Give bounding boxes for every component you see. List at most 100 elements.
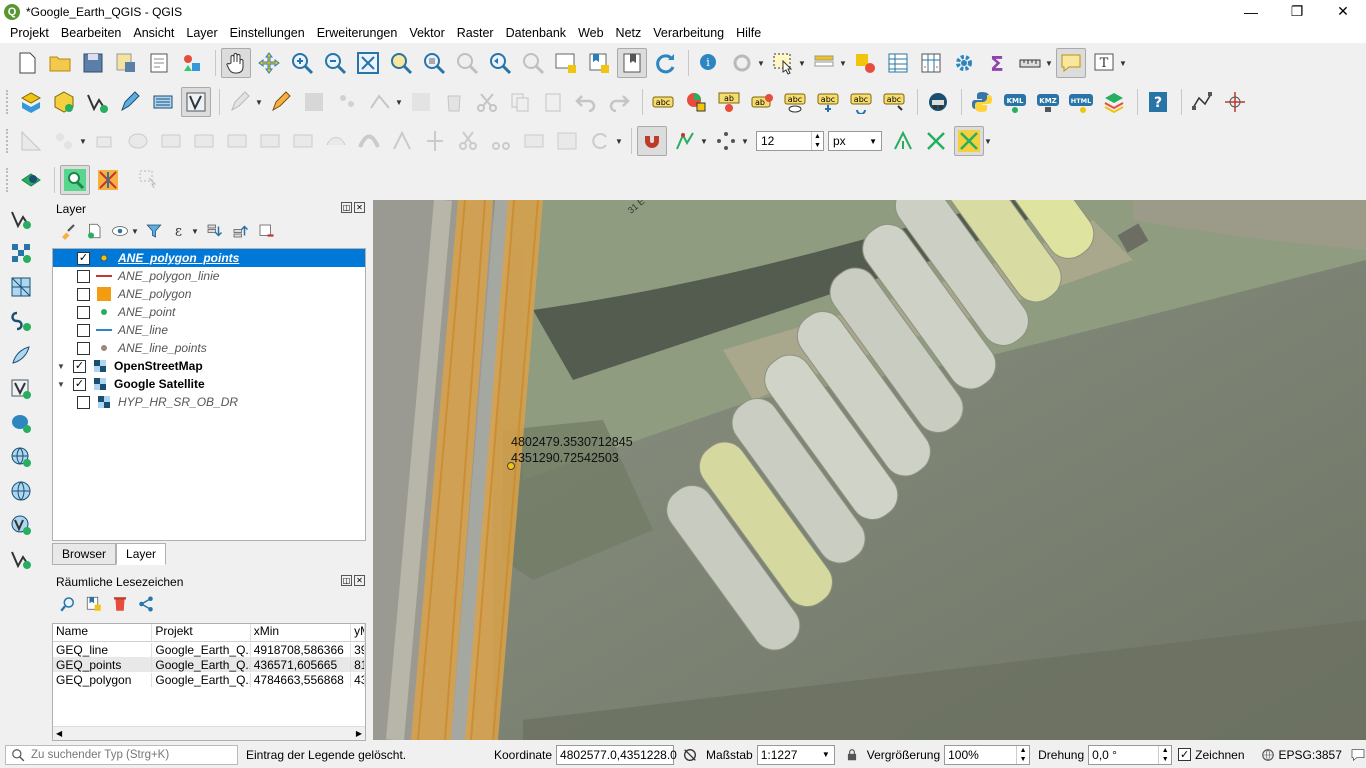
column-ymin[interactable]: yM xyxy=(351,624,365,641)
cut-features-button[interactable] xyxy=(472,87,502,117)
layer-row-hyp-hr-sr-ob-dr[interactable]: HYP_HR_SR_OB_DR xyxy=(53,393,365,411)
statistical-summary-button[interactable]: Σ xyxy=(982,48,1012,78)
snapping-layers-button[interactable] xyxy=(670,126,700,156)
zoom-to-selection-button[interactable] xyxy=(386,48,416,78)
layer-row-ane-point[interactable]: ANE_point xyxy=(53,303,365,321)
menu-netz[interactable]: Netz xyxy=(610,26,648,40)
zoom-native-button[interactable] xyxy=(452,48,482,78)
menu-hilfe[interactable]: Hilfe xyxy=(730,26,767,40)
pan-to-selection-button[interactable] xyxy=(254,48,284,78)
add-mesh-layer-button[interactable] xyxy=(6,272,36,302)
current-edits-button[interactable] xyxy=(225,87,255,117)
coordinate-input[interactable]: 4802577.0,4351228.0 xyxy=(556,744,677,765)
spin-arrows-icon[interactable]: ▲ ▼ xyxy=(1016,745,1029,764)
add-postgis-button[interactable] xyxy=(6,408,36,438)
render-checkbox[interactable]: ✓ xyxy=(1178,748,1192,761)
layer-visibility-checkbox[interactable] xyxy=(77,269,90,283)
zoom-next-button[interactable] xyxy=(518,48,548,78)
map-tips-button[interactable] xyxy=(1056,48,1086,78)
new-map-view-button[interactable] xyxy=(551,48,581,78)
layer-visibility-checkbox[interactable] xyxy=(77,287,90,301)
pin-labels-button[interactable]: ab xyxy=(747,87,777,117)
layer-sync-button[interactable] xyxy=(1099,87,1129,117)
remove-layer-button[interactable] xyxy=(254,219,278,243)
delete-bookmark-button[interactable] xyxy=(108,592,132,616)
crs-button[interactable]: EPSG:3857 xyxy=(1279,748,1342,762)
add-delimited-text-button[interactable] xyxy=(6,306,36,336)
new-temp-layer-button[interactable] xyxy=(115,87,145,117)
quickmap-search-button[interactable] xyxy=(60,165,90,195)
layer-row-ane-polygon-points[interactable]: ✓ ANE_polygon_points xyxy=(53,249,365,267)
show-hide-labels-button[interactable]: abc xyxy=(780,87,810,117)
temporal-controller-button[interactable] xyxy=(584,48,614,78)
layer-row-google-satellite[interactable]: ▼ ✓ Google Satellite xyxy=(53,375,365,393)
zoom-out-button[interactable] xyxy=(320,48,350,78)
vertex-tool-button[interactable] xyxy=(365,87,395,117)
minimize-button[interactable]: — xyxy=(1228,0,1274,23)
zoom-to-layer-button[interactable] xyxy=(419,48,449,78)
horizontal-scrollbar[interactable]: ◀ ▶ xyxy=(53,726,365,740)
offset-curve-button[interactable] xyxy=(354,126,384,156)
menu-raster[interactable]: Raster xyxy=(451,26,500,40)
merge-features-button[interactable] xyxy=(519,126,549,156)
new-geopackage-layer-button[interactable] xyxy=(49,87,79,117)
change-label-button[interactable]: abc xyxy=(879,87,909,117)
label-toolbar-button[interactable]: abc xyxy=(648,87,678,117)
advanced-digitizing-button[interactable] xyxy=(16,126,46,156)
snapping-type-button[interactable] xyxy=(711,126,741,156)
layer-row-ane-polygon[interactable]: ANE_polygon xyxy=(53,285,365,303)
open-layer-styling-button[interactable] xyxy=(56,219,80,243)
delete-ring-button[interactable] xyxy=(255,126,285,156)
close-panel-icon[interactable]: ✕ xyxy=(354,575,365,586)
scale-select[interactable]: 1:1227 ▼ xyxy=(756,744,835,765)
layer-row-ane-line[interactable]: ANE_line xyxy=(53,321,365,339)
select-by-value-button[interactable] xyxy=(809,48,839,78)
coordinate-capture-button[interactable] xyxy=(1220,87,1250,117)
menu-projekt[interactable]: Projekt xyxy=(4,26,55,40)
rotate-point-symbols-button[interactable] xyxy=(585,126,615,156)
rotate-label-button[interactable]: abc xyxy=(846,87,876,117)
layer-visibility-checkbox[interactable] xyxy=(77,341,90,355)
virtual-layer-active-button[interactable] xyxy=(181,87,211,117)
layer-diagram-button[interactable] xyxy=(681,87,711,117)
new-vector-layer-button[interactable] xyxy=(6,544,36,574)
menu-vektor[interactable]: Vektor xyxy=(403,26,450,40)
snapping-tolerance-input[interactable]: 12 ▲ ▼ xyxy=(756,131,824,151)
kmz-import-button[interactable]: KMZ xyxy=(1033,87,1063,117)
spin-arrows-icon[interactable]: ▲ ▼ xyxy=(1158,745,1171,764)
add-part-button[interactable] xyxy=(189,126,219,156)
python-console-button[interactable] xyxy=(967,87,997,117)
data-source-manager-button[interactable] xyxy=(16,87,46,117)
table-row[interactable]: GEQ_polygon Google_Earth_Q... 4784663,55… xyxy=(53,672,365,687)
expand-arrow-icon[interactable]: ▼ xyxy=(57,380,67,389)
google-earth-plugin-button[interactable] xyxy=(923,87,953,117)
show-bookmarks-button[interactable] xyxy=(617,48,647,78)
layer-row-ane-line-points[interactable]: ANE_line_points xyxy=(53,339,365,357)
layer-row-openstreetmap[interactable]: ▼ ✓ OpenStreetMap xyxy=(53,357,365,375)
layer-visibility-checkbox[interactable]: ✓ xyxy=(77,251,90,265)
help-button[interactable]: ? xyxy=(1143,87,1173,117)
paste-features-button[interactable] xyxy=(538,87,568,117)
add-ring-button[interactable] xyxy=(156,126,186,156)
select-features-button[interactable] xyxy=(768,48,798,78)
column-xmin[interactable]: xMin xyxy=(251,624,352,641)
add-wcs-button[interactable] xyxy=(6,476,36,506)
map-canvas[interactable]: 31 E 4802479.3530712845 4351290.72542503 xyxy=(373,200,1366,740)
filter-legend-button[interactable] xyxy=(142,219,166,243)
save-project-button[interactable] xyxy=(78,48,108,78)
layer-visibility-checkbox[interactable] xyxy=(77,323,90,337)
zoom-in-button[interactable] xyxy=(287,48,317,78)
add-raster-layer-button[interactable] xyxy=(6,238,36,268)
menu-bearbeiten[interactable]: Bearbeiten xyxy=(55,26,127,40)
split-parts-button[interactable] xyxy=(486,126,516,156)
maximize-button[interactable]: ❐ xyxy=(1274,0,1320,23)
tab-layer[interactable]: Layer xyxy=(116,543,167,565)
add-wfs-button[interactable] xyxy=(6,510,36,540)
lock-icon[interactable] xyxy=(845,748,859,762)
menu-einstellungen[interactable]: Einstellungen xyxy=(224,26,311,40)
kml-import-button[interactable]: KML xyxy=(1000,87,1030,117)
google-earth-layer-button[interactable] xyxy=(16,165,46,195)
menu-datenbank[interactable]: Datenbank xyxy=(500,26,572,40)
reverse-line-button[interactable] xyxy=(387,126,417,156)
snapping-unit-select[interactable]: px ▼ xyxy=(828,131,882,151)
